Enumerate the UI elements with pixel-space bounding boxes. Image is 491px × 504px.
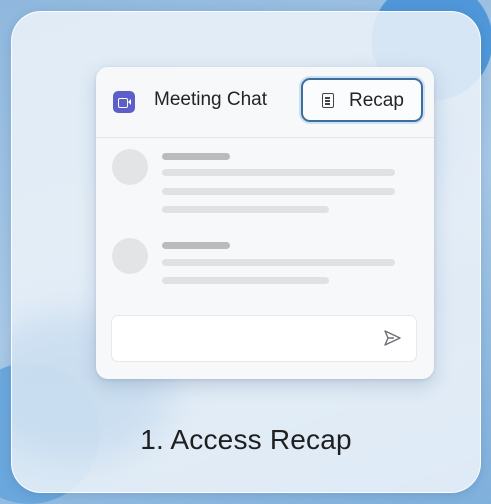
text-line-placeholder bbox=[162, 206, 329, 213]
meeting-chat-panel: Meeting Chat Recap bbox=[96, 67, 434, 379]
message-input[interactable] bbox=[111, 315, 417, 362]
text-line-placeholder bbox=[162, 188, 395, 195]
send-icon[interactable] bbox=[382, 328, 402, 348]
step-card-frame: Meeting Chat Recap 1. Access Recap bbox=[11, 11, 481, 493]
tab-meeting-chat[interactable]: Meeting Chat bbox=[154, 89, 267, 111]
sender-name-placeholder bbox=[162, 153, 230, 160]
tab-recap-label: Recap bbox=[349, 90, 404, 111]
tab-recap[interactable]: Recap bbox=[301, 78, 423, 122]
document-icon bbox=[322, 93, 334, 108]
step-caption: 1. Access Recap bbox=[140, 424, 352, 455]
avatar bbox=[112, 238, 148, 274]
avatar bbox=[112, 149, 148, 185]
video-camera-icon bbox=[113, 91, 135, 113]
text-line-placeholder bbox=[162, 169, 395, 176]
text-line-placeholder bbox=[162, 277, 329, 284]
panel-header: Meeting Chat Recap bbox=[96, 67, 434, 138]
sender-name-placeholder bbox=[162, 242, 230, 249]
text-line-placeholder bbox=[162, 259, 395, 266]
